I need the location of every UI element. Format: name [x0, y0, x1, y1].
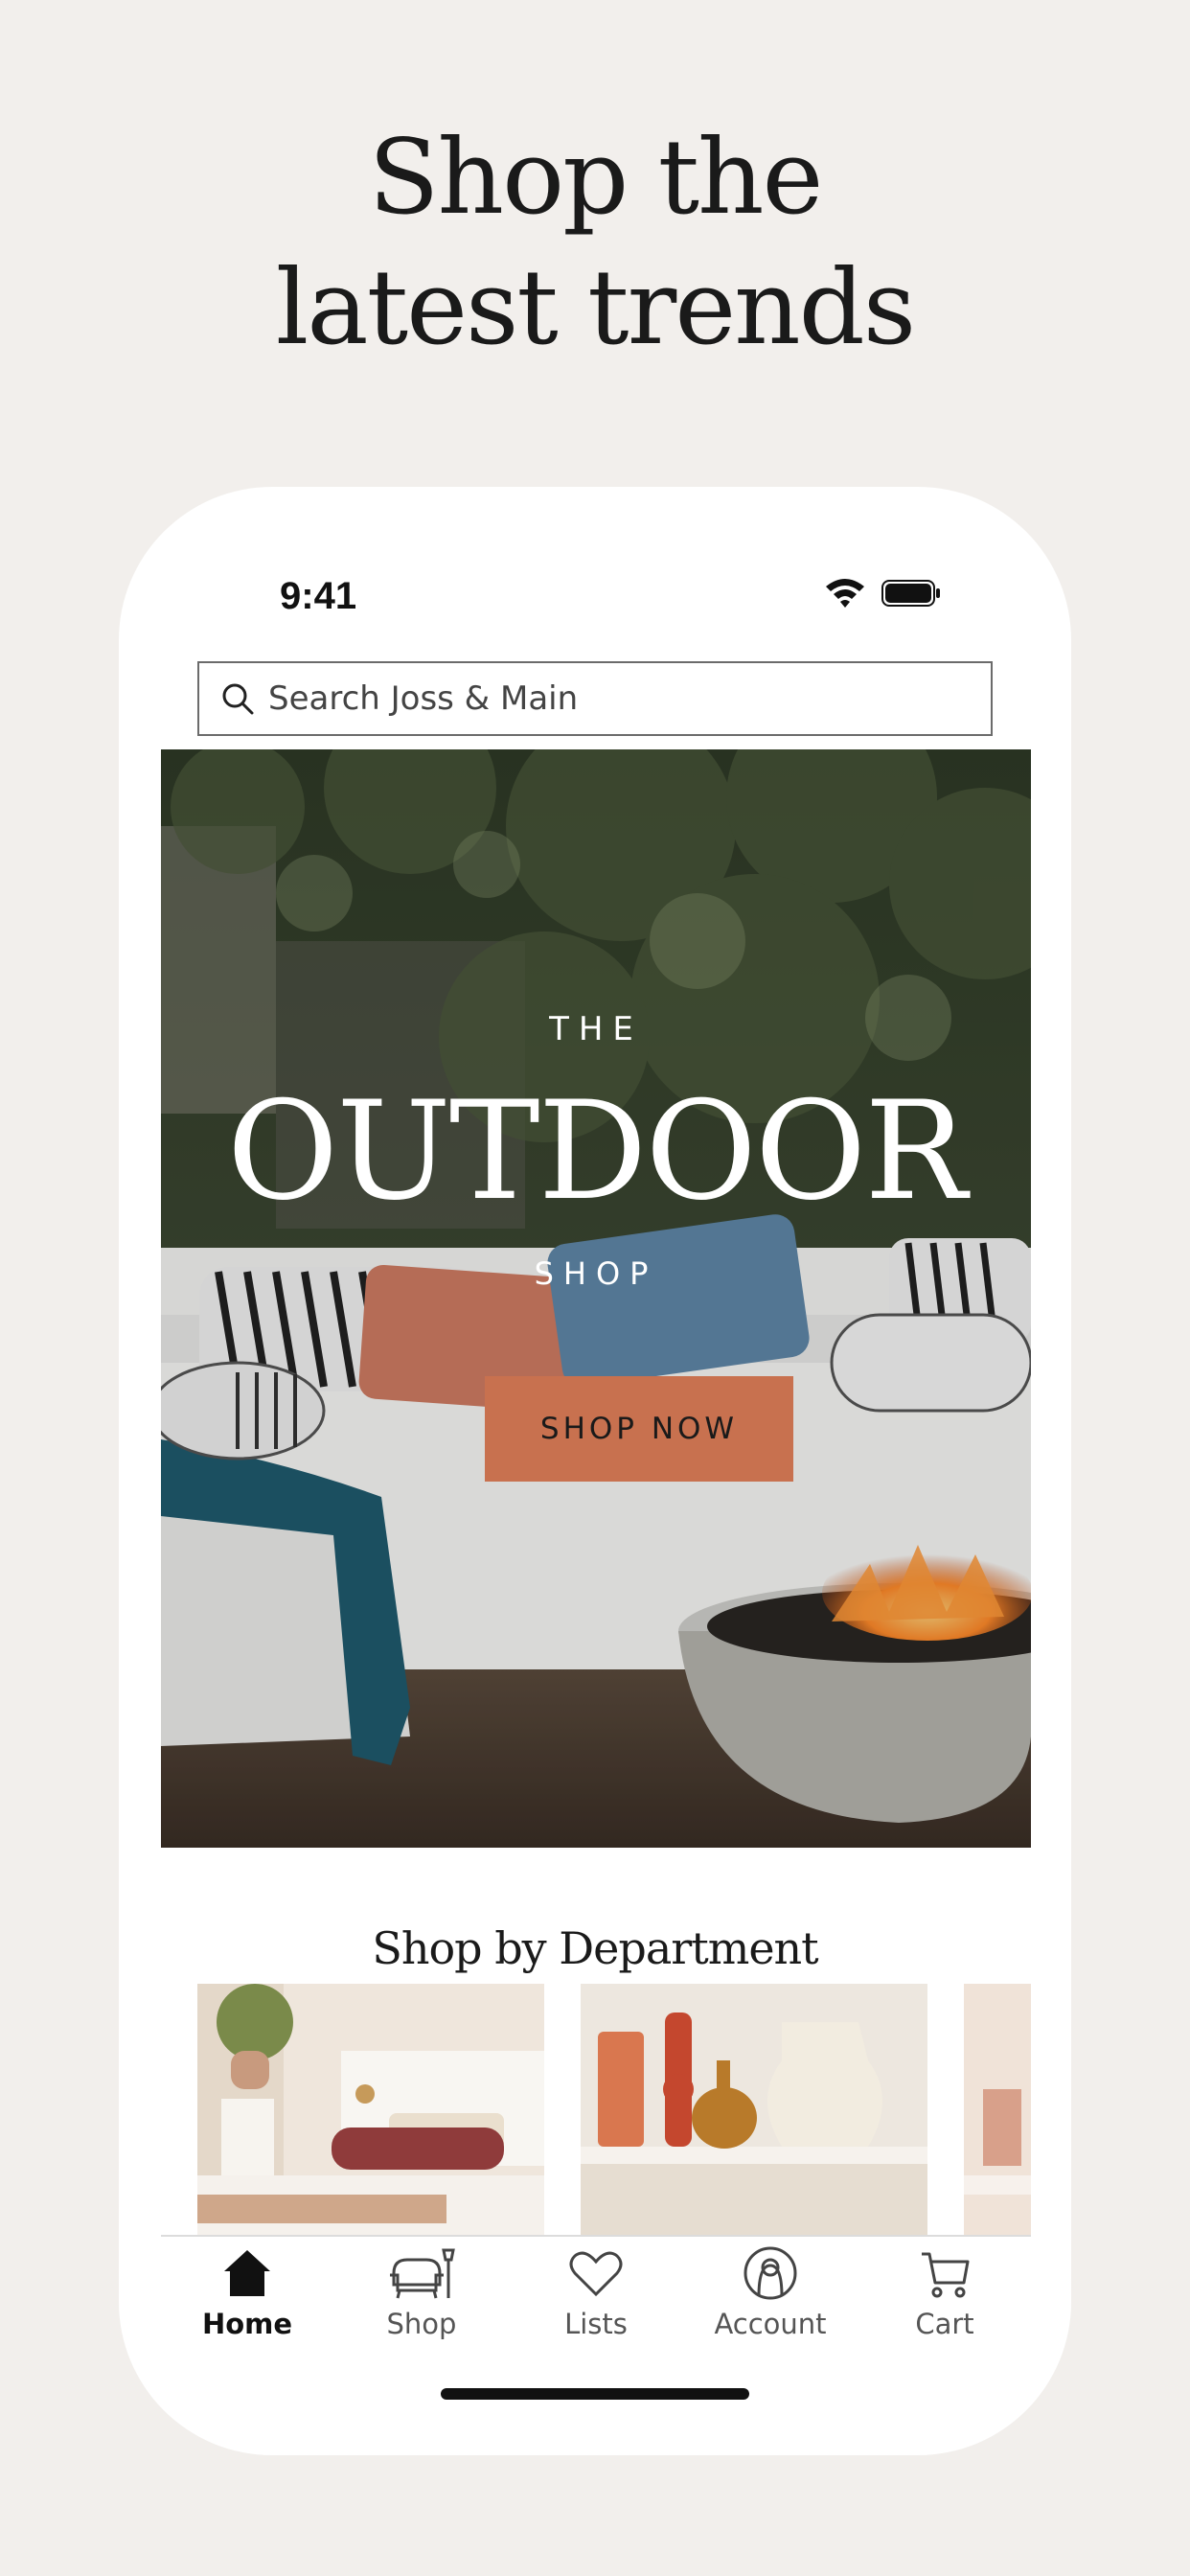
- status-time: 9:41: [280, 575, 357, 617]
- home-indicator[interactable]: [441, 2388, 749, 2400]
- headline-line-2: latest trends: [275, 248, 916, 368]
- department-card-bedroom[interactable]: [197, 1984, 544, 2235]
- hero-subtitle: SHOP: [534, 1255, 658, 1292]
- tab-account-label: Account: [714, 2308, 827, 2340]
- partial-card-image: [964, 1984, 1031, 2235]
- wifi-icon: [826, 579, 864, 608]
- tab-lists[interactable]: Lists: [519, 2244, 673, 2340]
- tab-account[interactable]: Account: [694, 2244, 847, 2340]
- hero-eyebrow: THE: [549, 1010, 643, 1048]
- tab-shop-label: Shop: [386, 2308, 457, 2340]
- department-carousel[interactable]: [197, 1984, 1031, 2235]
- tab-bar: Home Shop Lists Account Cart: [161, 2235, 1031, 2361]
- decor-image: [581, 1984, 927, 2235]
- hero-banner[interactable]: THE OUTDOOR SHOP SHOP NOW: [161, 749, 1031, 1848]
- headline-line-1: Shop the: [368, 118, 824, 238]
- cart-icon: [922, 2252, 970, 2298]
- hero-title: OUTDOOR: [226, 1072, 967, 1230]
- marketing-headline: Shop the latest trends: [0, 113, 1190, 374]
- account-icon: [744, 2246, 797, 2300]
- home-icon: [224, 2250, 270, 2296]
- hero-image: [161, 749, 1031, 1848]
- phone-frame: 9:41 Search Joss & Main THE OUTDOOR SHOP…: [119, 487, 1071, 2455]
- heart-icon: [569, 2251, 623, 2297]
- battery-icon: [881, 580, 940, 607]
- department-card-decor[interactable]: [581, 1984, 927, 2235]
- shop-now-button[interactable]: SHOP NOW: [485, 1376, 793, 1482]
- tab-home-label: Home: [201, 2308, 293, 2340]
- search-icon: [222, 683, 254, 715]
- department-card-partial[interactable]: [964, 1984, 1031, 2235]
- search-input[interactable]: Search Joss & Main: [197, 661, 993, 736]
- shop-by-department-title: Shop by Department: [372, 1922, 818, 1974]
- tab-shop[interactable]: Shop: [345, 2244, 498, 2340]
- tab-cart-label: Cart: [915, 2308, 974, 2340]
- search-placeholder: Search Joss & Main: [268, 679, 579, 718]
- furniture-icon: [390, 2248, 455, 2299]
- tab-cart[interactable]: Cart: [868, 2244, 1021, 2340]
- tab-lists-label: Lists: [564, 2308, 628, 2340]
- tab-home[interactable]: Home: [171, 2244, 324, 2340]
- bedroom-image: [197, 1984, 544, 2235]
